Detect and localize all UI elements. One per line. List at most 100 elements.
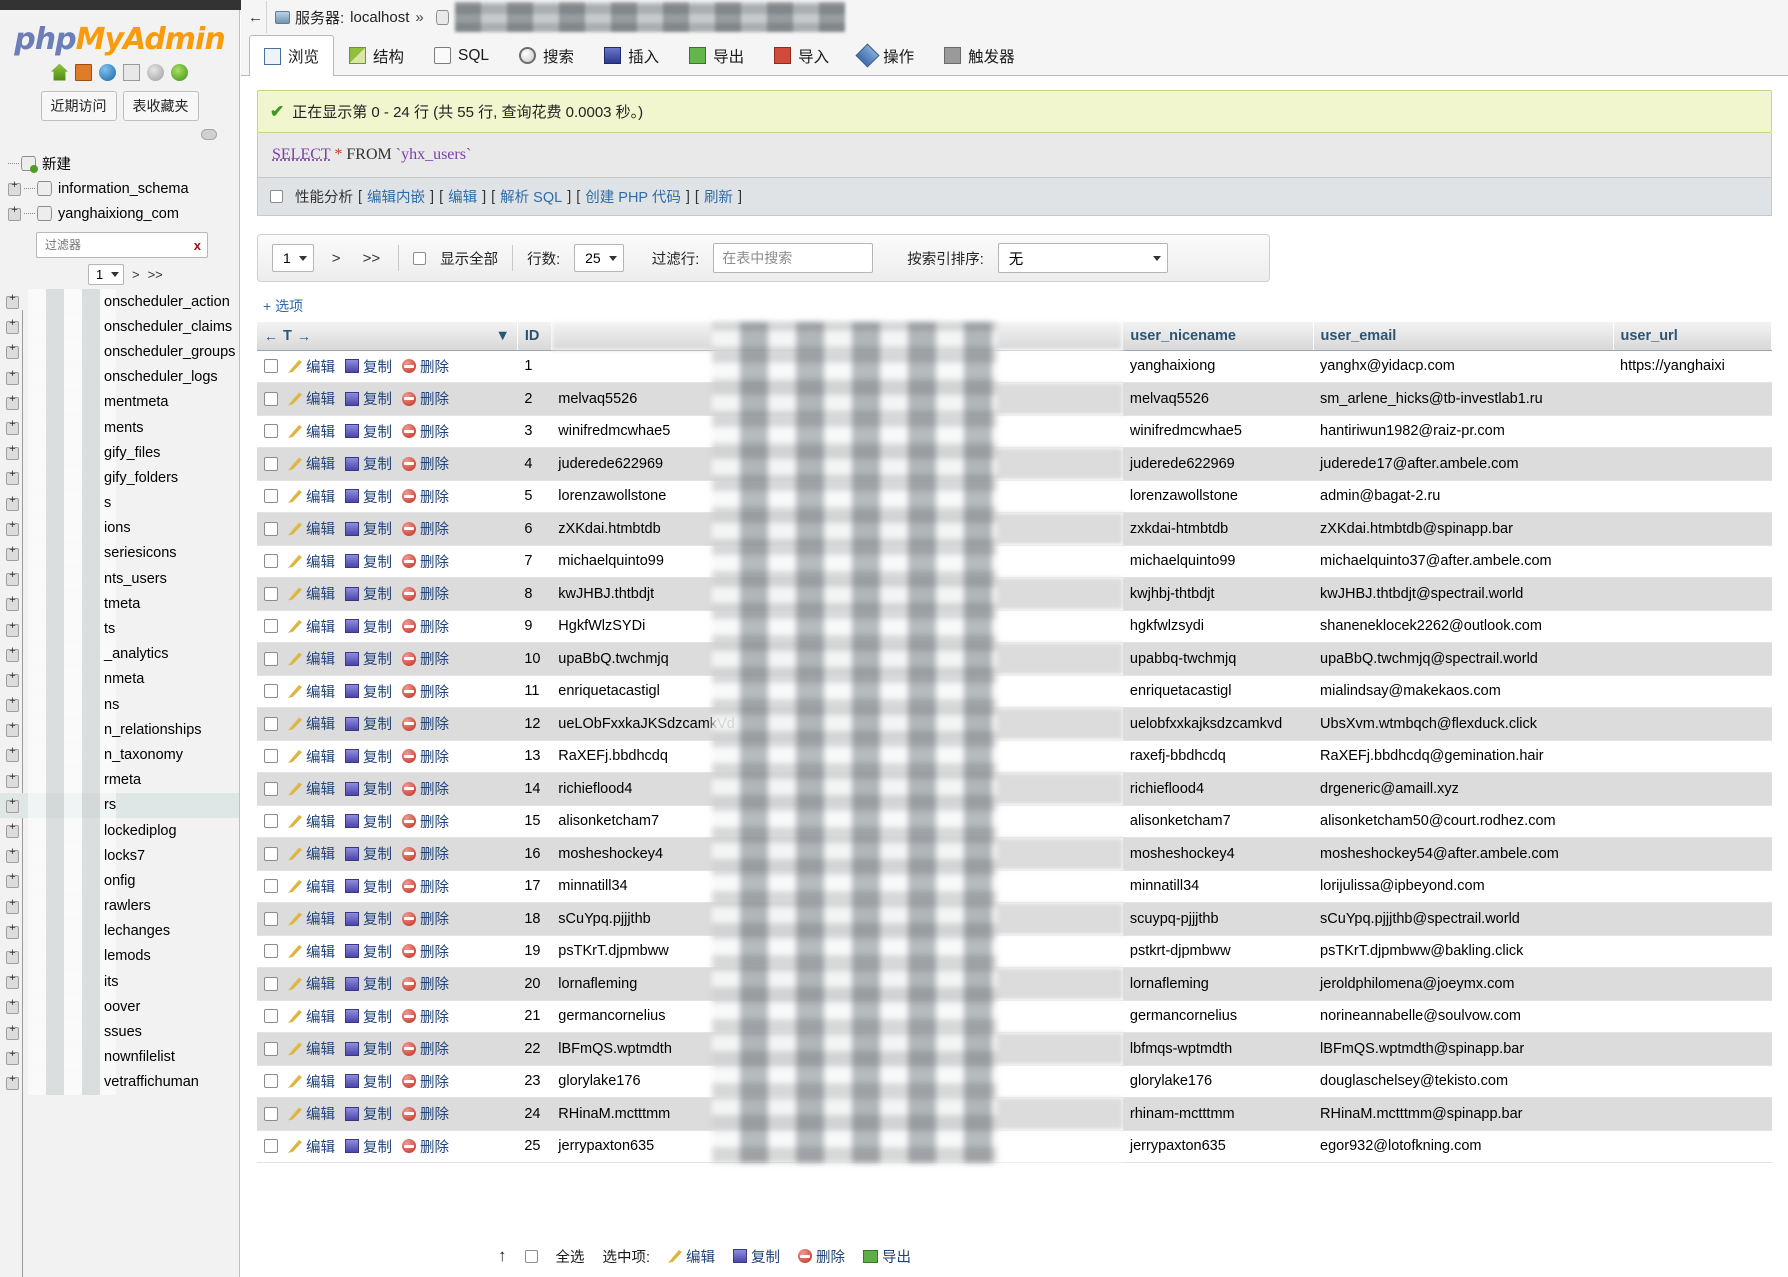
row-delete-button[interactable]: 删除 (402, 973, 449, 994)
row-copy-button[interactable]: 复制 (345, 843, 392, 864)
row-copy-button[interactable]: 复制 (345, 583, 392, 604)
row-delete-button[interactable]: 删除 (402, 843, 449, 864)
phpmyadmin-logo[interactable]: phpMyAdmin (0, 10, 239, 59)
table-row[interactable]: 编辑 复制 删除 14 richieflood4 richieflood4 drgener… (257, 772, 1772, 806)
row-delete-button[interactable]: 删除 (402, 746, 449, 767)
table-row[interactable]: 编辑 复制 删除 21 germancornelius germancornelius n… (257, 1000, 1772, 1033)
row-copy-button[interactable]: 复制 (345, 453, 392, 474)
bulk-delete-button[interactable]: 删除 (798, 1246, 845, 1267)
expand-icon[interactable] (6, 796, 20, 813)
sidebar-table-item[interactable]: seriesicons (0, 540, 239, 567)
sidebar-table-item[interactable]: rawlers (0, 893, 239, 919)
expand-icon[interactable] (6, 1073, 20, 1090)
refresh-icon[interactable] (171, 63, 188, 81)
row-checkbox[interactable] (264, 846, 278, 861)
expand-icon[interactable] (6, 317, 20, 335)
row-copy-button[interactable]: 复制 (345, 648, 392, 669)
expand-icon[interactable] (6, 645, 20, 662)
expand-icon[interactable] (6, 443, 20, 461)
row-delete-button[interactable]: 删除 (402, 388, 449, 409)
sidebar-table-item[interactable]: lechanges (0, 918, 239, 944)
expand-icon[interactable] (6, 745, 20, 763)
expand-icon[interactable] (6, 922, 20, 939)
table-row[interactable]: 编辑 复制 删除 6 zXKdai.htmbtdb zxkdai-htmbtdb zXKd… (257, 512, 1772, 546)
expand-icon[interactable] (6, 972, 20, 990)
row-edit-button[interactable]: 编辑 (288, 356, 335, 377)
row-edit-button[interactable]: 编辑 (288, 681, 335, 702)
table-row[interactable]: 编辑 复制 删除 5 lorenzawollstone lorenzawollstone… (257, 480, 1772, 513)
row-checkbox[interactable] (264, 1074, 278, 1088)
row-copy-button[interactable]: 复制 (345, 356, 392, 377)
expand-icon[interactable] (6, 897, 20, 914)
table-row[interactable]: 编辑 复制 删除 16 mosheshockey4 mosheshockey4 moshe… (257, 837, 1772, 871)
expand-icon[interactable] (6, 1023, 20, 1040)
expand-icon[interactable] (6, 594, 20, 612)
table-filter-box[interactable]: x (36, 232, 208, 258)
table-row[interactable]: 编辑 复制 删除 20 lornafleming lornafleming jeroldp… (257, 967, 1772, 1001)
sidebar-table-item[interactable]: tmeta (0, 591, 239, 617)
sidebar-table-item[interactable]: rs (0, 792, 239, 818)
bulk-edit-button[interactable]: 编辑 (668, 1246, 715, 1267)
row-edit-button[interactable]: 编辑 (288, 843, 335, 864)
tree-item-yanghaixiong-com[interactable]: yanghaixiong_com (0, 201, 239, 226)
expand-icon[interactable] (6, 947, 20, 964)
sidebar-table-item[interactable]: ssues (0, 1019, 239, 1045)
row-edit-button[interactable]: 编辑 (288, 421, 335, 442)
tab-SQL[interactable]: SQL (419, 35, 504, 75)
row-copy-button[interactable]: 复制 (345, 421, 392, 442)
row-checkbox[interactable] (264, 619, 278, 633)
row-copy-button[interactable]: 复制 (345, 1071, 392, 1092)
row-checkbox[interactable] (264, 749, 278, 763)
row-edit-button[interactable]: 编辑 (288, 973, 335, 994)
expand-icon[interactable] (6, 997, 20, 1015)
row-copy-button[interactable]: 复制 (345, 1006, 392, 1027)
tree-item-information-schema[interactable]: information_schema (0, 176, 239, 201)
row-edit-button[interactable]: 编辑 (288, 616, 335, 637)
tab-触发器[interactable]: 触发器 (929, 35, 1030, 75)
tree-item-new[interactable]: 新建 (0, 151, 239, 176)
sidebar-table-item[interactable]: vetraffichuman (0, 1069, 239, 1095)
sidebar-table-item[interactable]: onscheduler_claims (0, 314, 239, 340)
row-delete-button[interactable]: 删除 (402, 811, 449, 832)
row-copy-button[interactable]: 复制 (345, 941, 392, 962)
row-copy-button[interactable]: 复制 (345, 713, 392, 734)
rows-per-page-select[interactable]: 25 (574, 244, 624, 272)
row-delete-button[interactable]: 删除 (402, 616, 449, 637)
create-php-code-link[interactable]: 创建 PHP 代码 (585, 186, 681, 207)
expand-icon[interactable] (6, 720, 20, 738)
row-edit-button[interactable]: 编辑 (288, 713, 335, 734)
row-delete-button[interactable]: 删除 (402, 1136, 449, 1157)
expand-icon[interactable] (6, 1048, 20, 1065)
select-all-checkbox[interactable] (524, 1249, 538, 1263)
sidebar-table-item[interactable]: n_relationships (0, 717, 239, 743)
row-edit-button[interactable]: 编辑 (288, 746, 335, 767)
tab-操作[interactable]: 操作 (844, 35, 929, 75)
row-copy-button[interactable]: 复制 (345, 551, 392, 572)
settings-icon[interactable] (147, 63, 164, 81)
row-delete-button[interactable]: 删除 (402, 1006, 449, 1027)
edit-inline-link[interactable]: 编辑内嵌 (367, 186, 425, 207)
breadcrumb-server-name[interactable]: localhost (350, 9, 409, 26)
table-row[interactable]: 编辑 复制 删除 2 melvaq5526 melvaq5526 sm_arlene_hi… (257, 382, 1772, 416)
row-delete-button[interactable]: 删除 (402, 1103, 449, 1124)
expand-icon[interactable] (6, 821, 20, 839)
row-copy-button[interactable]: 复制 (345, 973, 392, 994)
row-checkbox[interactable] (264, 1106, 278, 1121)
row-copy-button[interactable]: 复制 (345, 1136, 392, 1157)
table-row[interactable]: 编辑 复制 删除 17 minnatill34 minnatill34 lorijulis… (257, 870, 1772, 903)
expand-icon[interactable] (6, 846, 20, 864)
expand-icon[interactable] (6, 468, 20, 486)
table-row[interactable]: 编辑 复制 删除 9 HgkfWlzSYDi hgkfwlzsydi shaneneklo… (257, 610, 1772, 643)
table-row[interactable]: 编辑 复制 删除 11 enriquetacastigl enriquetacastig… (257, 675, 1772, 708)
sidebar-table-item[interactable]: onscheduler_groups (0, 339, 239, 365)
sidebar-table-item[interactable]: oover (0, 994, 239, 1020)
expand-icon[interactable] (6, 494, 20, 511)
row-copy-button[interactable]: 复制 (345, 1103, 392, 1124)
profiling-checkbox[interactable] (270, 190, 283, 203)
row-edit-button[interactable]: 编辑 (288, 876, 335, 897)
row-delete-button[interactable]: 删除 (402, 583, 449, 604)
row-checkbox[interactable] (264, 424, 278, 438)
row-edit-button[interactable]: 编辑 (288, 453, 335, 474)
row-copy-button[interactable]: 复制 (345, 388, 392, 409)
exit-icon[interactable] (75, 63, 92, 81)
